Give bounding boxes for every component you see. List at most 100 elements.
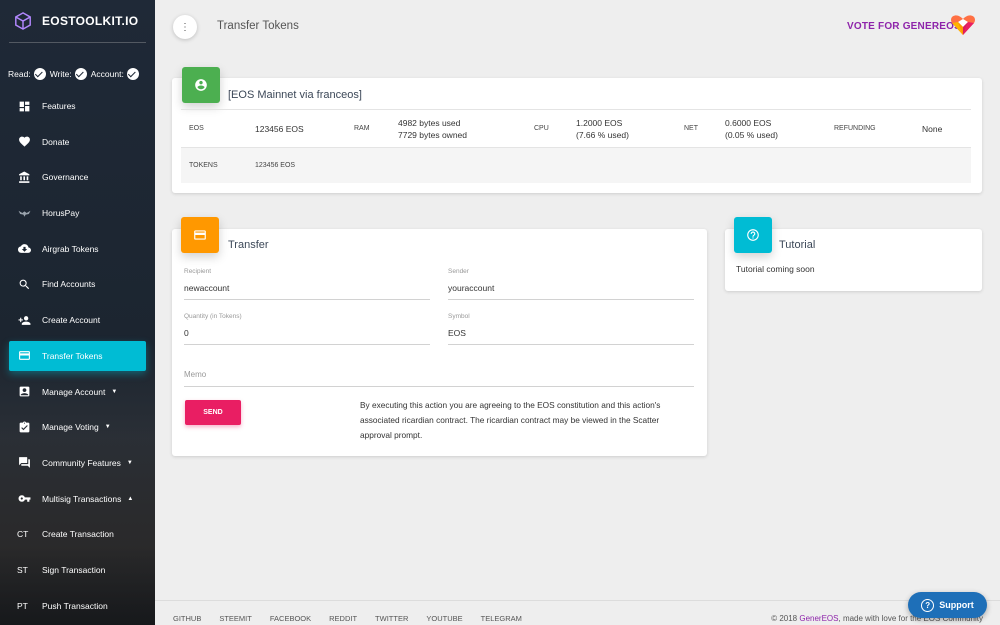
- ram-label: RAM: [354, 125, 370, 132]
- check-circle-icon: [33, 68, 46, 80]
- sidebar-item-label: Push Transaction: [42, 600, 108, 611]
- sidebar-item-label: Find Accounts: [42, 279, 96, 290]
- sidebar-item-features[interactable]: Features: [9, 91, 146, 121]
- recipient-label: Recipient: [184, 268, 212, 275]
- stats-row: EOS 123456 EOS RAM 4982 bytes used 7729 …: [181, 109, 971, 147]
- recipient-field[interactable]: Recipient newaccount: [184, 268, 430, 300]
- sidebar-item-label: Create Account: [42, 315, 101, 326]
- quantity-field[interactable]: Quantity (in Tokens) 0: [184, 313, 430, 345]
- cpu-values: 1.2000 EOS (7.66 % used): [576, 117, 629, 141]
- quantity-label: Quantity (in Tokens): [184, 313, 242, 320]
- sidebar-item-label: Manage Voting: [42, 422, 99, 433]
- footer-link-twitter[interactable]: TWITTER: [375, 614, 408, 623]
- bank-icon: [17, 170, 32, 185]
- sidebar-item-label: Transfer Tokens: [42, 350, 103, 361]
- sidebar-item-label: Airgrab Tokens: [42, 243, 99, 254]
- perm-write: Write:: [50, 68, 87, 80]
- sidebar-item-airgrab[interactable]: Airgrab Tokens: [9, 234, 146, 264]
- chevron-up-icon: ▲: [127, 495, 134, 502]
- sidebar-item-horuspay[interactable]: HorusPay: [9, 198, 146, 228]
- brand[interactable]: EOSTOOLKIT.IO: [0, 0, 155, 42]
- ram-values: 4982 bytes used 7729 bytes owned: [398, 117, 467, 141]
- sidebar-item-label: Sign Transaction: [42, 564, 106, 575]
- perm-account-label: Account:: [90, 69, 124, 79]
- top-navbar: ⋮ Transfer Tokens VOTE FOR GENEREOS: [155, 0, 1000, 56]
- footer-link-steemit[interactable]: STEEMIT: [219, 614, 252, 623]
- genereos-heart-logo-icon[interactable]: [950, 14, 976, 36]
- tutorial-text: Tutorial coming soon: [736, 264, 815, 274]
- footer: GITHUB STEEMIT FACEBOOK REDDIT TWITTER Y…: [155, 600, 1000, 625]
- memo-field[interactable]: Memo: [184, 370, 694, 387]
- vote-for-genereos-link[interactable]: VOTE FOR GENEREOS: [847, 21, 961, 32]
- ricardian-notice: By executing this action you are agreein…: [360, 400, 661, 440]
- page-title: Transfer Tokens: [217, 20, 299, 32]
- sender-input[interactable]: youraccount: [448, 283, 694, 299]
- sidebar-item-manage-account[interactable]: Manage Account ▼: [9, 377, 146, 407]
- sender-field[interactable]: Sender youraccount: [448, 268, 694, 300]
- sidebar-item-transfer-tokens[interactable]: Transfer Tokens: [9, 340, 146, 371]
- tokens-value: 123456 EOS: [255, 162, 296, 169]
- more-vert-button[interactable]: ⋮: [173, 15, 197, 39]
- account-info-card: [EOS Mainnet via franceos] EOS 123456 EO…: [172, 67, 982, 193]
- footer-link-github[interactable]: GITHUB: [173, 614, 201, 623]
- account-stats: EOS 123456 EOS RAM 4982 bytes used 7729 …: [181, 109, 971, 183]
- horus-icon: [17, 206, 32, 221]
- ram-owned: 7729 bytes owned: [398, 130, 467, 140]
- sidebar-item-label: Donate: [42, 136, 70, 147]
- permission-status: Read: Write: Account:: [0, 65, 155, 83]
- chevron-down-icon: ▼: [104, 424, 111, 431]
- tokens-label: TOKENS: [189, 162, 218, 169]
- genereos-link[interactable]: GenerEOS: [799, 614, 838, 623]
- person-add-icon: [17, 313, 32, 328]
- footer-link-youtube[interactable]: YOUTUBE: [426, 614, 462, 623]
- chevron-down-icon: ▼: [111, 388, 118, 395]
- network-title: [EOS Mainnet via franceos]: [228, 89, 362, 101]
- copyright-prefix: © 2018: [771, 614, 798, 623]
- sidebar-item-manage-voting[interactable]: Manage Voting ▼: [9, 412, 146, 442]
- sidebar-item-label: Create Transaction: [42, 529, 114, 540]
- footer-link-reddit[interactable]: REDDIT: [329, 614, 357, 623]
- brand-divider: [9, 42, 146, 43]
- footer-link-telegram[interactable]: TELEGRAM: [481, 614, 522, 623]
- sidebar-item-governance[interactable]: Governance: [9, 162, 146, 192]
- net-staked: 0.6000 EOS: [725, 118, 772, 128]
- transfer-card: Transfer Recipient newaccount Sender you…: [172, 217, 707, 456]
- tutorial-title: Tutorial: [779, 239, 816, 251]
- symbol-field[interactable]: Symbol EOS: [448, 313, 694, 345]
- sidebar-item-multisig[interactable]: Multisig Transactions ▲: [9, 484, 146, 514]
- brand-name: EOSTOOLKIT.IO: [42, 14, 139, 28]
- perm-read: Read:: [8, 68, 46, 80]
- cpu-usage: (7.66 % used): [576, 130, 629, 140]
- assignment-check-icon: [17, 420, 32, 435]
- net-values: 0.6000 EOS (0.05 % used): [725, 117, 778, 141]
- refunding-label: REFUNDING: [834, 125, 876, 132]
- credit-card-icon: [17, 348, 32, 363]
- sidebar-item-find-accounts[interactable]: Find Accounts: [9, 269, 146, 299]
- heart-icon: [17, 134, 32, 149]
- cube-logo-icon: [15, 12, 31, 30]
- sidebar-item-push-transaction[interactable]: PT Push Transaction: [9, 591, 146, 621]
- support-button[interactable]: ? Support: [908, 592, 987, 618]
- send-button[interactable]: SEND: [185, 400, 241, 425]
- sidebar-item-donate[interactable]: Donate: [9, 127, 146, 157]
- eos-balance: 123456 EOS: [255, 123, 304, 134]
- sidebar-item-create-transaction[interactable]: CT Create Transaction: [9, 519, 146, 549]
- forum-icon: [17, 455, 32, 470]
- sidebar-item-abbr: CT: [17, 529, 29, 540]
- footer-link-facebook[interactable]: FACEBOOK: [270, 614, 311, 623]
- chevron-down-icon: ▼: [126, 459, 133, 466]
- sidebar-item-sign-transaction[interactable]: ST Sign Transaction: [9, 555, 146, 585]
- help-outline-icon: [734, 217, 772, 253]
- recipient-input[interactable]: newaccount: [184, 283, 430, 299]
- sidebar-item-label: HorusPay: [42, 208, 80, 219]
- net-label: NET: [684, 125, 698, 132]
- sidebar-item-create-account[interactable]: Create Account: [9, 305, 146, 335]
- account-box-icon: [17, 384, 32, 399]
- memo-input[interactable]: Memo: [184, 370, 694, 386]
- tutorial-card: Tutorial Tutorial coming soon: [725, 217, 982, 291]
- quantity-input[interactable]: 0: [184, 328, 430, 344]
- symbol-input[interactable]: EOS: [448, 328, 694, 344]
- sidebar: EOSTOOLKIT.IO Read: Write: Account: Feat…: [0, 0, 155, 625]
- sidebar-item-community-features[interactable]: Community Features ▼: [9, 448, 146, 478]
- sender-label: Sender: [448, 268, 469, 275]
